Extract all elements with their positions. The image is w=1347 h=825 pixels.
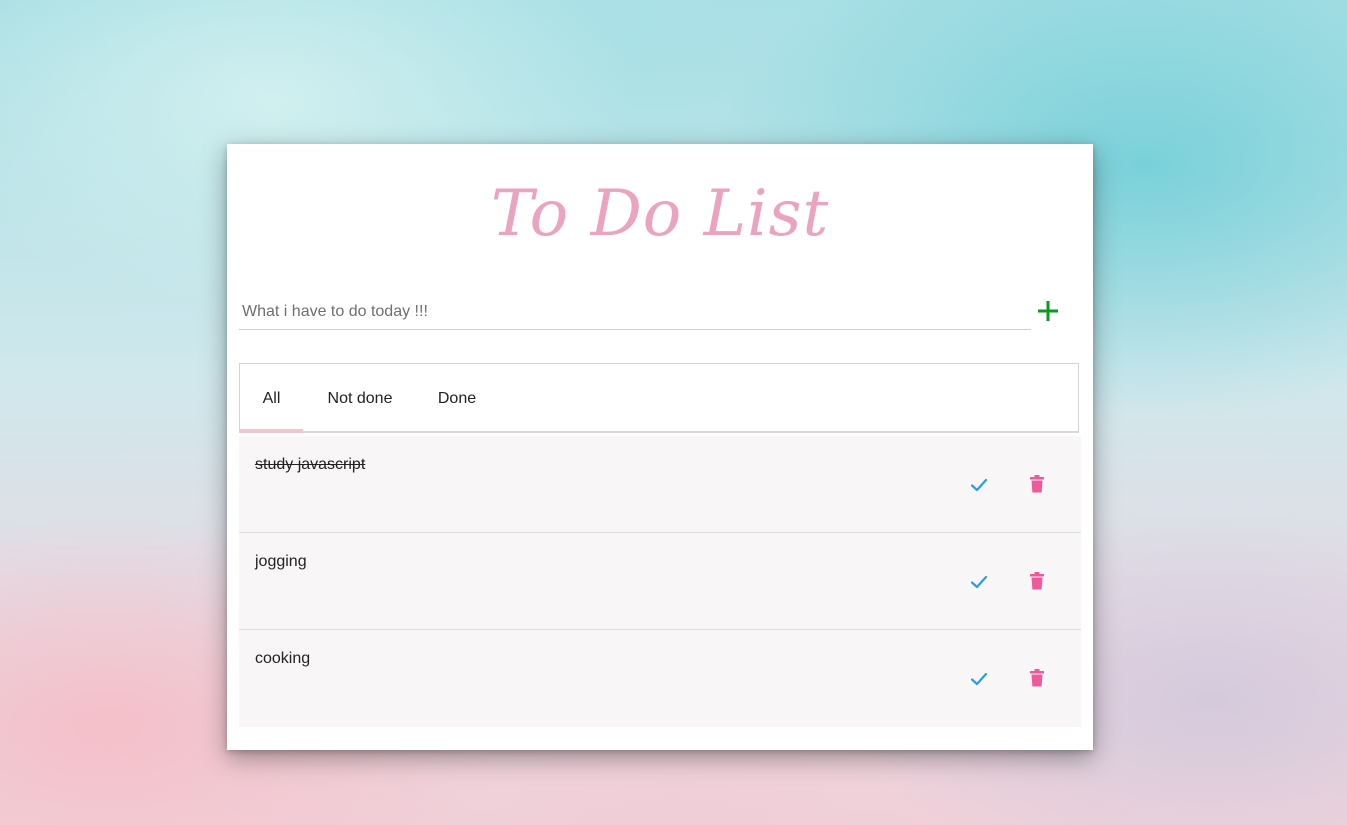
delete-button[interactable]: [1025, 472, 1049, 496]
task-list: study javascript jogging cooking: [239, 436, 1081, 727]
task-input[interactable]: [239, 294, 1031, 330]
page-title: To Do List: [490, 177, 830, 251]
add-task-button[interactable]: [1033, 296, 1063, 328]
filter-tabs: All Not done Done: [239, 363, 1079, 433]
todo-card: To Do List All Not done Done study javas…: [227, 144, 1093, 750]
tab-done[interactable]: Done: [417, 364, 497, 432]
add-task-row: [239, 294, 1081, 334]
task-text: study javascript: [255, 456, 366, 473]
task-item: jogging: [239, 533, 1081, 630]
task-item: cooking: [239, 630, 1081, 727]
delete-button[interactable]: [1025, 666, 1049, 690]
plus-icon: [1038, 301, 1058, 321]
check-icon: [970, 478, 988, 492]
task-text: jogging: [255, 553, 307, 570]
mark-done-button[interactable]: [967, 571, 991, 593]
tab-all[interactable]: All: [240, 364, 303, 432]
mark-done-button[interactable]: [967, 474, 991, 496]
active-tab-indicator: [240, 429, 303, 433]
task-item: study javascript: [239, 436, 1081, 533]
mark-done-button[interactable]: [967, 668, 991, 690]
check-icon: [970, 575, 988, 589]
delete-button[interactable]: [1025, 569, 1049, 593]
check-icon: [970, 672, 988, 686]
task-text: cooking: [255, 650, 311, 667]
tab-not-done[interactable]: Not done: [303, 364, 417, 432]
trash-icon: [1030, 572, 1044, 590]
trash-icon: [1030, 669, 1044, 687]
trash-icon: [1030, 475, 1044, 493]
